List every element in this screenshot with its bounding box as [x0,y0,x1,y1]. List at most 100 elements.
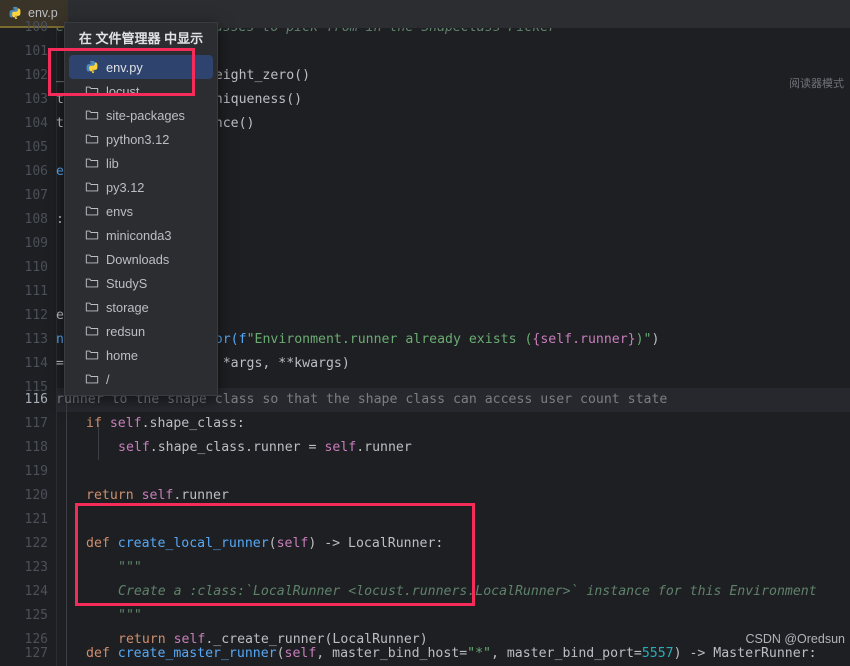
code-line: return self.runner [86,484,229,508]
popup-item-lib[interactable]: lib [69,151,213,175]
line-number-gutter: 100 101 102 103 104 105 106 107 108 109 … [0,20,56,666]
popup-item-label: storage [106,299,149,315]
code-text: "Environment.runner already exists ( [246,332,533,347]
code-text: def [86,536,110,551]
code-text: .runner [356,440,412,455]
line-number: 118 [24,440,48,455]
popup-item-label: StudyS [106,275,148,291]
code-text: "*" [467,646,491,661]
popup-item-py3-12[interactable]: py3.12 [69,175,213,199]
line-number: 117 [24,416,48,431]
code-text: def [86,646,110,661]
code-line: def create_master_runner(self, master_bi… [86,642,817,666]
code-text: if [86,416,102,431]
code-text: self [109,416,142,431]
code-line: if self.shape_class: [86,412,245,436]
popup-item-[interactable]: / [69,367,213,391]
popup-item-label: miniconda3 [106,227,172,243]
reader-mode-label: 阅读器模式 [789,78,844,90]
code-text: self [276,536,309,551]
line-number: 103 [24,92,48,107]
line-number: 124 [24,584,48,599]
code-text: return [86,488,134,503]
popup-item-label: / [106,371,110,387]
popup-item-miniconda3[interactable]: miniconda3 [69,223,213,247]
popup-item-redsun[interactable]: redsun [69,319,213,343]
popup-item-label: lib [106,155,119,171]
popup-item-label: envs [106,203,134,219]
line-number: 105 [24,140,48,155]
popup-item-python3-12[interactable]: python3.12 [69,127,213,151]
line-number: 112 [24,308,48,323]
code-line: def create_local_runner(self) -> LocalRu… [86,532,443,556]
code-line: self.shape_class.runner = self.runner [118,436,412,460]
folder-icon [85,372,99,386]
code-text: .runner [173,488,229,503]
line-number: 102 [24,68,48,83]
show-in-file-manager-popup[interactable]: 在 文件管理器 中显示 env.py locust site-packages pyt… [64,22,218,396]
line-number: 125 [24,608,48,623]
folder-icon [85,156,99,170]
code-text: )" [635,332,652,347]
ide-window: env.p 100 101 102 103 104 105 106 107 10… [0,0,850,666]
popup-item-storage[interactable]: storage [69,295,213,319]
line-number: 106 [24,164,48,179]
code-text: ( [276,646,285,661]
folder-icon [85,348,99,362]
popup-item-label: Downloads [106,251,170,267]
popup-item-label: home [106,347,139,363]
popup-title: 在 文件管理器 中显示 [78,31,204,46]
code-text: {self.runner} [532,332,636,347]
line-number: 127 [24,646,48,661]
line-number: 104 [24,116,48,131]
line-number: 110 [24,260,48,275]
popup-item-studys[interactable]: StudyS [69,271,213,295]
popup-item-home[interactable]: home [69,343,213,367]
line-number: 108 [24,212,48,227]
popup-item-env-py[interactable]: env.py [69,55,213,79]
code-text: 5557 [641,646,674,661]
line-number: 101 [24,44,48,59]
watermark-label: CSDN @Oredsun [745,632,845,646]
folder-icon [85,204,99,218]
code-text: self [141,488,174,503]
folder-icon [85,228,99,242]
python-file-icon [85,60,99,74]
line-number: 122 [24,536,48,551]
code-text: .shape_class.runner = [149,440,325,455]
line-number: 114 [24,356,48,371]
code-line: """ [118,560,142,575]
line-number: 119 [24,464,48,479]
folder-icon [85,276,99,290]
code-text: create_local_runner [117,536,269,551]
code-text: ( [268,536,277,551]
folder-icon [85,84,99,98]
code-text: self [118,440,150,455]
code-text: , master_bind_port= [490,646,642,661]
folder-icon [85,132,99,146]
code-text: self [324,440,357,455]
code-text: create_master_runner [117,646,277,661]
popup-item-envs[interactable]: envs [69,199,213,223]
line-number: 100 [24,20,48,35]
popup-item-site-packages[interactable]: site-packages [69,103,213,127]
popup-item-label: python3.12 [106,131,170,147]
line-number: 113 [24,332,48,347]
folder-icon [85,324,99,338]
code-line: Create a :class:`LocalRunner <locust.run… [118,584,817,599]
folder-icon [85,300,99,314]
popup-item-downloads[interactable]: Downloads [69,247,213,271]
line-number: 109 [24,236,48,251]
popup-item-label: env.py [106,59,143,75]
popup-item-locust[interactable]: locust [69,79,213,103]
code-text: self [284,646,317,661]
code-text: ) [651,332,660,347]
popup-item-label: locust [106,83,140,99]
line-number: 107 [24,188,48,203]
line-number: 123 [24,560,48,575]
popup-item-list[interactable]: env.py locust site-packages python3.12 lib py… [65,55,217,391]
code-text: ) -> MasterRunner: [673,646,817,661]
code-text: , master_bind_host= [316,646,468,661]
code-line: """ [118,608,142,623]
indent-guide [66,538,67,638]
